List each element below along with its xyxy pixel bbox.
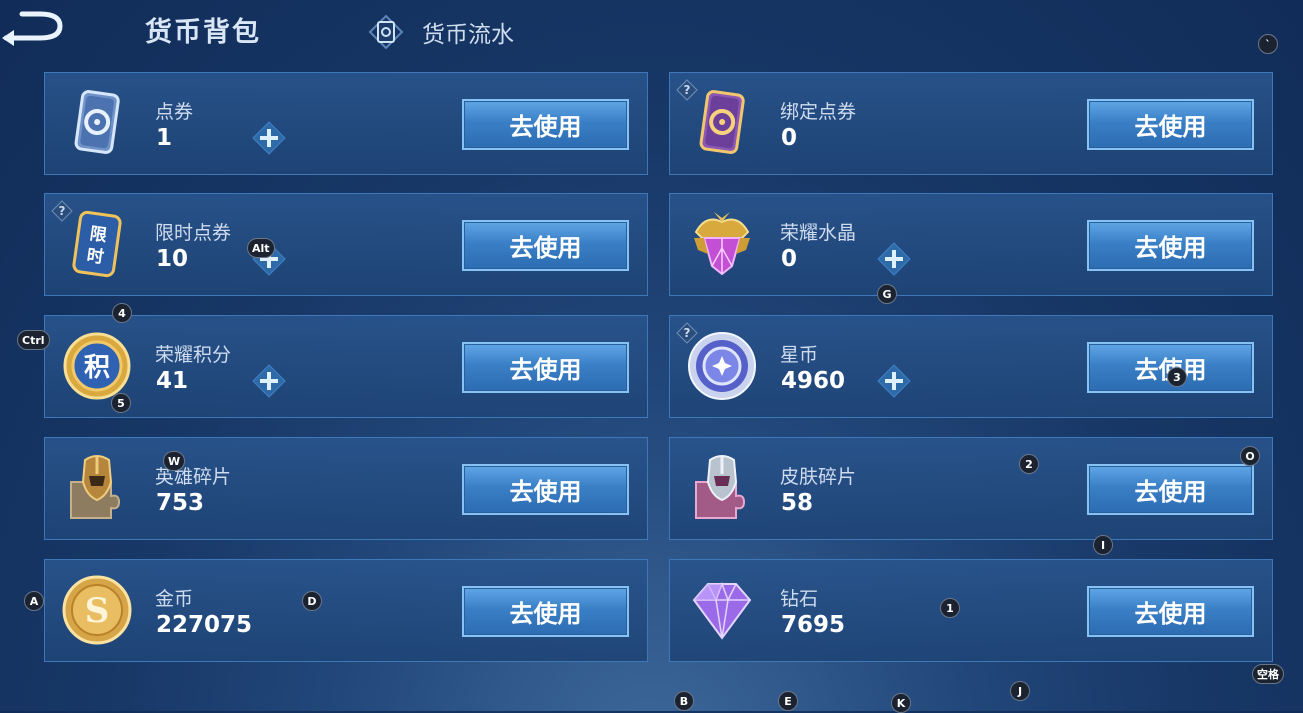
glory-points-glyph: 积 <box>84 353 110 383</box>
use-button[interactable]: 去使用 <box>1087 99 1254 150</box>
gold-coin-glyph: S <box>85 591 110 631</box>
use-button[interactable]: 去使用 <box>1087 586 1254 637</box>
tab-currency-ledger-label: 货币流水 <box>422 22 514 48</box>
currency-card-gold-coin: S 金币 227075 去使用 <box>44 559 648 662</box>
limited-voucher-icon: 限 时 <box>72 210 122 278</box>
back-button[interactable] <box>0 8 70 48</box>
hero-shard-icon <box>70 455 121 519</box>
voucher-icon <box>74 90 120 154</box>
currency-card-star-coin: ? 星币 4960 去使用 <box>669 315 1273 418</box>
key-hint-k: K <box>891 693 911 713</box>
tab-currency-ledger[interactable]: 货币流水 <box>368 12 514 52</box>
key-hint-j: J <box>1010 681 1030 701</box>
currency-name: 皮肤碎片 <box>780 466 857 488</box>
use-button[interactable]: 去使用 <box>462 342 629 393</box>
top-bar: 货币背包 货币流水 <box>0 0 1303 62</box>
currency-amount: 0 <box>781 246 798 272</box>
currency-name: 绑定点券 <box>780 101 857 123</box>
key-hint-o: O <box>1240 446 1260 466</box>
currency-amount: 0 <box>781 125 798 151</box>
diamond-icon <box>692 581 752 640</box>
currency-amount: 753 <box>156 490 205 516</box>
currency-card-glory-points: 积 荣耀积分 41 去使用 <box>44 315 648 418</box>
use-button[interactable]: 去使用 <box>462 464 629 515</box>
ledger-icon <box>368 14 404 50</box>
currency-name: 星币 <box>780 344 819 366</box>
use-button[interactable]: 去使用 <box>462 586 629 637</box>
key-hint-3: 3 <box>1167 367 1187 387</box>
currency-card-limited-voucher: ? 限 时 限时点券 10 去使用 <box>44 193 648 296</box>
bound-voucher-icon <box>699 90 745 154</box>
key-hint-a: A <box>24 591 44 611</box>
currency-name: 点券 <box>155 101 194 123</box>
currency-card-hero-shard: 英雄碎片 753 去使用 <box>44 437 648 540</box>
currency-name: 荣耀水晶 <box>780 222 857 244</box>
glory-crystal-icon <box>694 212 750 276</box>
currency-card-bound-voucher: ? 绑定点券 0 去使用 <box>669 72 1273 175</box>
page-title: 货币背包 <box>145 17 261 48</box>
key-hint-2: 2 <box>1019 454 1039 474</box>
currency-amount: 1 <box>156 125 173 151</box>
use-button[interactable]: 去使用 <box>1087 464 1254 515</box>
currency-name: 金币 <box>155 588 194 610</box>
key-hint-e: E <box>778 691 798 711</box>
currency-name: 限时点券 <box>155 222 232 244</box>
key-hint-alt: Alt <box>247 238 275 258</box>
use-button[interactable]: 去使用 <box>1087 220 1254 271</box>
currency-amount: 58 <box>781 490 814 516</box>
currency-amount: 7695 <box>781 612 846 638</box>
currency-name: 荣耀积分 <box>155 344 232 366</box>
add-star-coin-button[interactable] <box>877 364 911 398</box>
currency-card-diamond: 钻石 7695 去使用 <box>669 559 1273 662</box>
limited-glyph-bottom: 时 <box>85 246 105 268</box>
key-hint-d: D <box>302 591 322 611</box>
use-button[interactable]: 去使用 <box>462 220 629 271</box>
key-hint-b: B <box>674 691 694 711</box>
key-hint-i: I <box>1093 535 1113 555</box>
add-voucher-button[interactable] <box>252 121 286 155</box>
currency-card-glory-crystal: 荣耀水晶 0 去使用 <box>669 193 1273 296</box>
currency-name: 钻石 <box>780 588 819 610</box>
add-glory-points-button[interactable] <box>252 364 286 398</box>
skin-shard-icon <box>695 455 746 519</box>
currency-card-voucher: 点券 1 去使用 <box>44 72 648 175</box>
gold-coin-icon: S <box>62 575 132 645</box>
key-hint-w: W <box>163 451 186 471</box>
back-arrow-icon <box>2 11 63 46</box>
glory-points-icon: 积 <box>63 332 131 400</box>
key-hint-1: 1 <box>940 598 960 618</box>
key-hint-g: G <box>877 284 897 304</box>
currency-amount: 41 <box>156 368 189 394</box>
currency-amount: 227075 <box>156 612 253 638</box>
use-button[interactable]: 去使用 <box>462 99 629 150</box>
limited-glyph-top: 限 <box>88 224 108 246</box>
key-hint-ctrl: Ctrl <box>17 330 50 350</box>
add-glory-crystal-button[interactable] <box>877 242 911 276</box>
key-hint-backtick: ` <box>1258 34 1278 54</box>
currency-amount: 10 <box>156 246 189 272</box>
key-hint-space: 空格 <box>1252 664 1284 684</box>
key-hint-5: 5 <box>111 393 131 413</box>
currency-amount: 4960 <box>781 368 846 394</box>
currency-card-skin-shard: 皮肤碎片 58 去使用 <box>669 437 1273 540</box>
star-coin-icon <box>688 332 756 400</box>
key-hint-4: 4 <box>112 303 132 323</box>
